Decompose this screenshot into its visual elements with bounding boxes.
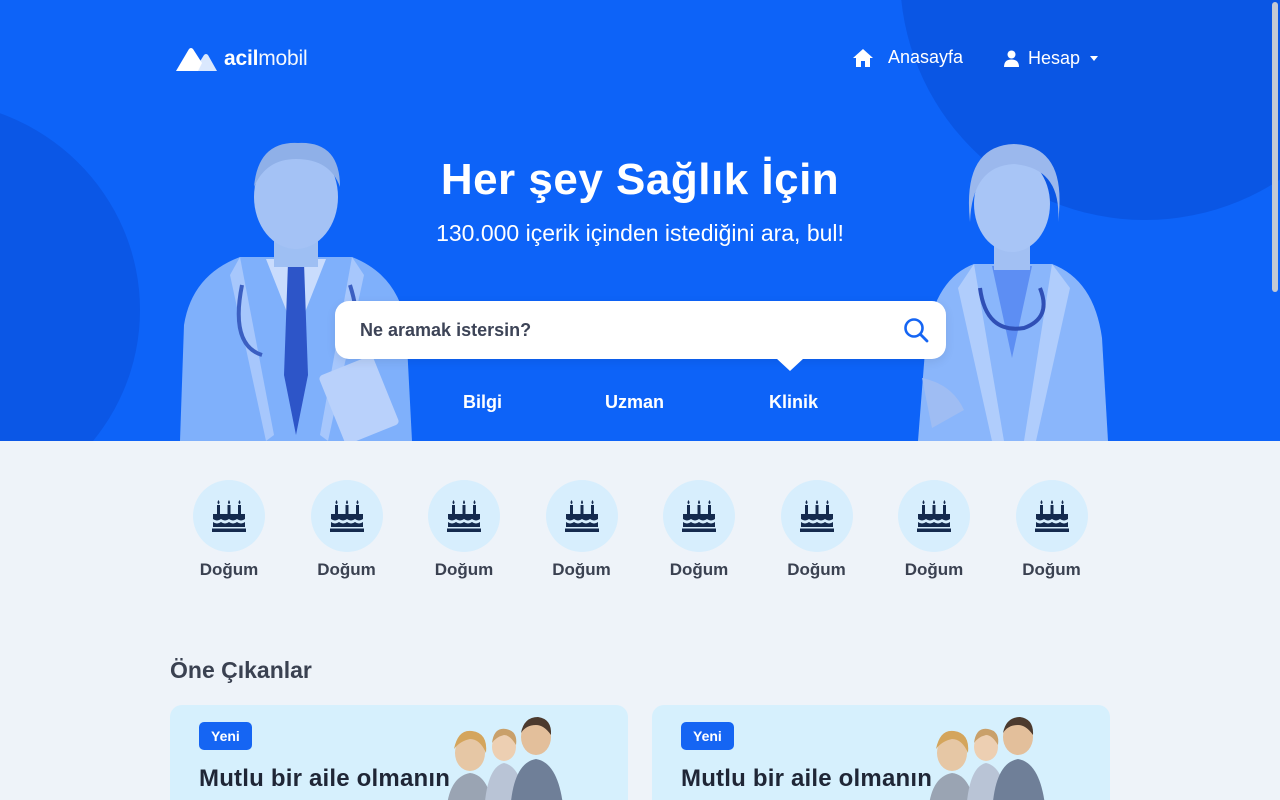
brand-name-light: mobil — [258, 47, 308, 70]
category-item[interactable]: Doğum — [302, 480, 392, 580]
category-icon-circle — [898, 480, 970, 552]
birthday-cake-icon — [917, 500, 951, 532]
category-item[interactable]: Doğum — [889, 480, 979, 580]
account-dropdown[interactable]: Hesap — [1004, 48, 1099, 69]
birthday-cake-icon — [564, 500, 599, 532]
category-item[interactable]: Doğum — [1007, 480, 1097, 580]
account-label: Hesap — [1028, 48, 1081, 68]
new-badge: Yeni — [199, 722, 252, 750]
category-label: Doğum — [787, 560, 846, 579]
category-icon-circle — [310, 480, 383, 552]
category-label: Doğum — [434, 560, 494, 579]
card-title: Mutlu bir aile olmanın — [199, 765, 451, 792]
birthday-cake-icon — [212, 500, 246, 532]
category-icon-circle — [1015, 480, 1088, 552]
hero-decor-circle-left — [0, 100, 140, 441]
brand-name-bold: acil — [224, 47, 259, 70]
birthday-cake-icon — [1034, 500, 1069, 532]
search-button[interactable] — [886, 301, 946, 359]
card-title: Mutlu bir aile olmanın — [681, 765, 933, 792]
caret-down-icon — [1090, 56, 1099, 61]
category-item[interactable]: Doğum — [184, 480, 274, 580]
category-item[interactable]: Doğum — [537, 480, 627, 580]
featured-card[interactable]: Yeni Mutlu bir aile olmanın — [652, 705, 1110, 800]
new-badge: Yeni — [681, 722, 734, 750]
category-label: Doğum — [552, 560, 611, 579]
category-icon-circle — [545, 480, 618, 552]
category-item[interactable]: Doğum — [419, 480, 509, 580]
scrollbar-thumb[interactable] — [1272, 2, 1278, 292]
hero-subtitle: 130.000 içerik içinden istediğini ara, b… — [436, 220, 844, 246]
nav-home-link[interactable]: Anasayfa — [852, 47, 963, 68]
category-icon-circle — [428, 480, 500, 552]
category-icon-circle — [663, 480, 735, 552]
search-input[interactable] — [335, 301, 886, 359]
tab-klinik[interactable]: Klinik — [769, 392, 818, 413]
family-photo — [929, 717, 1045, 800]
birthday-cake-icon — [329, 500, 364, 532]
category-icon-circle — [193, 480, 265, 552]
page-scrollbar[interactable] — [1270, 0, 1280, 800]
category-label: Doğum — [199, 560, 259, 579]
category-label: Doğum — [904, 560, 964, 579]
home-icon — [853, 48, 873, 67]
nav-home-label: Anasayfa — [888, 47, 964, 67]
category-icon-circle — [780, 480, 853, 552]
category-label: Doğum — [317, 560, 376, 579]
tab-uzman[interactable]: Uzman — [605, 392, 664, 413]
family-photo — [447, 717, 563, 800]
search-icon — [904, 318, 929, 343]
featured-card[interactable]: Yeni Mutlu bir aile olmanın — [170, 705, 628, 800]
top-navigation-bar: acil mobil Anasayfa Hesap — [0, 0, 1280, 118]
birthday-cake-icon — [447, 500, 481, 532]
hero-section: acil mobil Anasayfa Hesap Her şey Sağlık … — [0, 0, 1280, 441]
user-icon — [1004, 50, 1019, 67]
tab-bilgi[interactable]: Bilgi — [463, 392, 502, 413]
featured-section-title: Öne Çıkanlar — [170, 657, 312, 683]
birthday-cake-icon — [682, 500, 716, 532]
search-box — [335, 301, 946, 359]
birthday-cake-icon — [799, 500, 834, 532]
logo-mark-icon — [176, 48, 217, 71]
active-tab-indicator — [776, 358, 804, 371]
category-item[interactable]: Doğum — [654, 480, 744, 580]
hero-title: Her şey Sağlık İçin — [440, 155, 840, 204]
category-label: Doğum — [1022, 560, 1081, 579]
category-label: Doğum — [669, 560, 729, 579]
category-item[interactable]: Doğum — [772, 480, 862, 580]
brand-logo[interactable]: acil mobil — [176, 46, 308, 72]
